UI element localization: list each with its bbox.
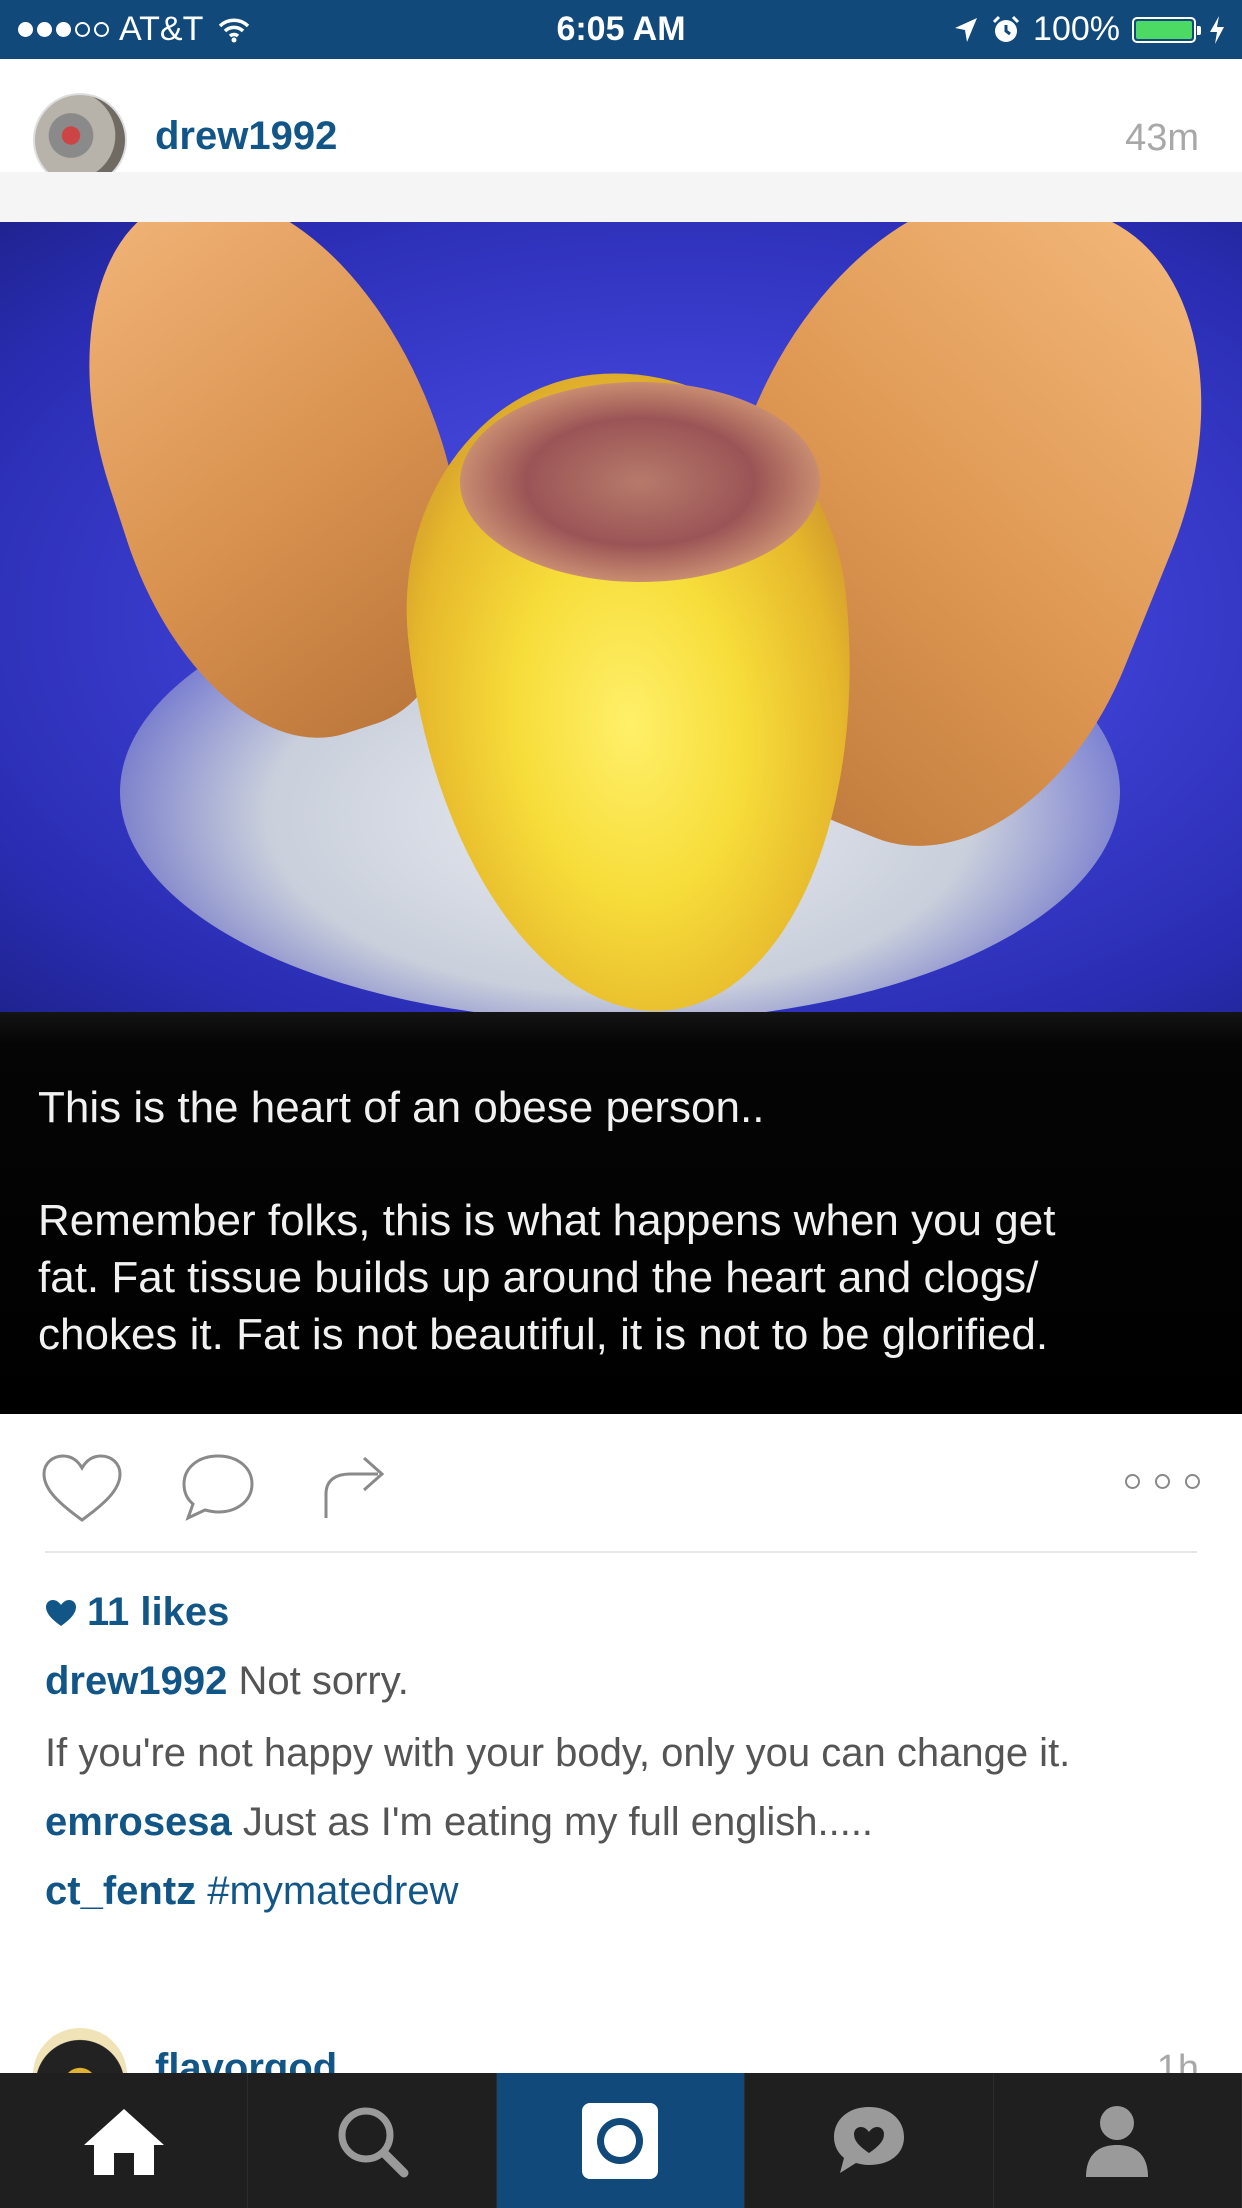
next-post-username[interactable]: flavorgod — [155, 2046, 337, 2073]
like-heart-icon[interactable] — [40, 1452, 124, 1524]
likes-count[interactable]: 11 likes — [45, 1590, 229, 1635]
next-post-header: flavorgod 1h — [0, 2018, 1242, 2073]
comment-text: Just as I'm eating my full english..... — [242, 1800, 874, 1844]
likes-heart-icon — [46, 1599, 76, 1626]
photo-caption-line: fat. Fat tissue builds up around the hea… — [38, 1253, 1039, 1302]
caption-text: Not sorry. — [238, 1659, 409, 1703]
comment-username[interactable]: ct_fentz — [45, 1869, 196, 1913]
tab-search[interactable] — [248, 2073, 497, 2208]
share-arrow-icon[interactable] — [320, 1452, 390, 1522]
actions-divider — [45, 1551, 1197, 1553]
search-icon — [338, 2107, 409, 2177]
more-dot-icon — [1125, 1474, 1140, 1489]
photo-caption-line: chokes it. Fat is not beautiful, it is n… — [38, 1310, 1049, 1359]
likes-label: 11 likes — [87, 1590, 230, 1634]
activity-heart-icon — [833, 2106, 904, 2173]
profile-icon — [1086, 2105, 1149, 2177]
post-time-ago: 43m — [1125, 117, 1199, 159]
tab-bar — [0, 2073, 1242, 2208]
battery-percent: 100% — [1033, 10, 1120, 48]
caption-line-2: If you're not happy with your body, only… — [45, 1731, 1071, 1775]
avatar[interactable] — [33, 2028, 127, 2073]
post-header: drew1992 43m — [0, 59, 1242, 187]
tab-camera[interactable] — [496, 2073, 746, 2208]
status-right: 100% — [953, 10, 1226, 49]
tab-activity[interactable] — [745, 2073, 994, 2208]
battery-icon — [1132, 16, 1201, 43]
comment-username[interactable]: emrosesa — [45, 1800, 232, 1844]
tab-profile[interactable] — [994, 2073, 1242, 2208]
charging-bolt-icon — [1210, 15, 1224, 44]
status-bar: AT&T 6:05 AM 100% — [0, 0, 1242, 59]
more-dot-icon — [1185, 1474, 1200, 1489]
comment: ct_fentz #mymatedrew — [45, 1869, 458, 1914]
more-options-button[interactable] — [1125, 1474, 1200, 1489]
photo-caption-line: Remember folks, this is what happens whe… — [38, 1196, 1056, 1245]
tab-home[interactable] — [0, 2073, 249, 2208]
camera-icon — [582, 2102, 659, 2179]
caption: drew1992 Not sorry. — [45, 1659, 409, 1704]
alarm-clock-icon — [992, 15, 1020, 42]
comment-bubble-icon[interactable] — [180, 1452, 256, 1524]
location-arrow-icon — [955, 17, 978, 42]
photo-caption-text: This is the heart of an obese person.. R… — [38, 1079, 1218, 1363]
caption-username[interactable]: drew1992 — [45, 1659, 227, 1703]
next-post-time-ago: 1h — [1156, 2048, 1199, 2073]
header-divider-strip — [0, 172, 1242, 222]
post-actions — [0, 1414, 1242, 1554]
comment: emrosesa Just as I'm eating my full engl… — [45, 1800, 873, 1845]
post-username[interactable]: drew1992 — [155, 114, 337, 159]
more-dot-icon — [1155, 1474, 1170, 1489]
photo-caption-line: This is the heart of an obese person.. — [38, 1083, 765, 1132]
comment-hashtag[interactable]: #mymatedrew — [207, 1869, 458, 1913]
home-icon — [83, 2108, 164, 2175]
